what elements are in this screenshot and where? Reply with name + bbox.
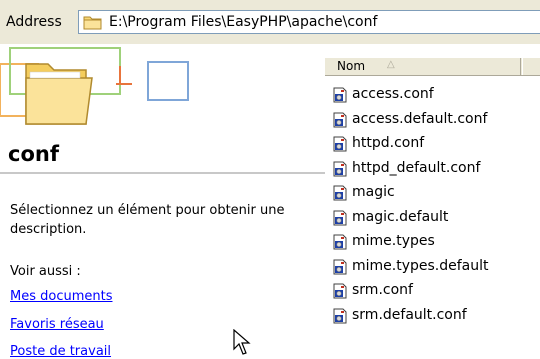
config-file-icon	[333, 283, 347, 299]
file-name: httpd_default.conf	[352, 159, 481, 176]
file-name: httpd.conf	[352, 135, 425, 151]
address-path[interactable]: E:\Program Files\EasyPHP\apache\conf	[109, 14, 377, 30]
config-file-icon	[333, 210, 347, 225]
config-file-icon	[333, 136, 347, 152]
config-file-icon	[333, 112, 347, 127]
task-pane: conf Sélectionnez un élément pour obteni…	[0, 44, 325, 359]
title-divider	[0, 172, 325, 174]
folder-icon	[83, 16, 102, 30]
address-bar: Address E:\Program Files\EasyPHP\apache\…	[0, 0, 540, 44]
address-label: Address	[6, 14, 62, 30]
config-file-icon	[333, 234, 347, 250]
sort-ascending-icon: △	[387, 59, 395, 70]
file-name: magic	[352, 184, 395, 200]
see-also-label: Voir aussi :	[10, 264, 81, 279]
config-file-icon	[333, 161, 347, 176]
file-name: access.conf	[352, 86, 434, 102]
file-name: access.default.conf	[352, 110, 488, 127]
details-description: Sélectionnez un élément pour obtenir une…	[10, 203, 285, 237]
folder-title: conf	[8, 142, 59, 166]
file-name: mime.types.default	[352, 257, 489, 274]
column-header-next[interactable]	[522, 58, 540, 75]
address-field[interactable]: E:\Program Files\EasyPHP\apache\conf	[78, 10, 540, 34]
config-file-icon	[333, 308, 347, 323]
mouse-pointer-icon	[233, 329, 251, 355]
link-network-places[interactable]: Favoris réseau	[10, 317, 104, 332]
link-my-computer[interactable]: Poste de travail	[10, 344, 111, 359]
link-my-documents[interactable]: Mes documents	[10, 289, 112, 304]
file-list: Nom △ access.conf access.default.conf http…	[325, 44, 540, 359]
config-file-icon	[333, 259, 347, 274]
file-name: srm.conf	[352, 282, 413, 298]
file-name: mime.types	[352, 233, 435, 249]
column-header-name[interactable]: Nom △	[325, 58, 521, 75]
file-name: magic.default	[352, 208, 449, 225]
config-file-icon	[333, 87, 347, 103]
column-header-label: Nom	[337, 59, 366, 73]
file-name: srm.default.conf	[352, 306, 467, 323]
config-file-icon	[333, 185, 347, 201]
column-header: Nom △	[325, 58, 540, 76]
